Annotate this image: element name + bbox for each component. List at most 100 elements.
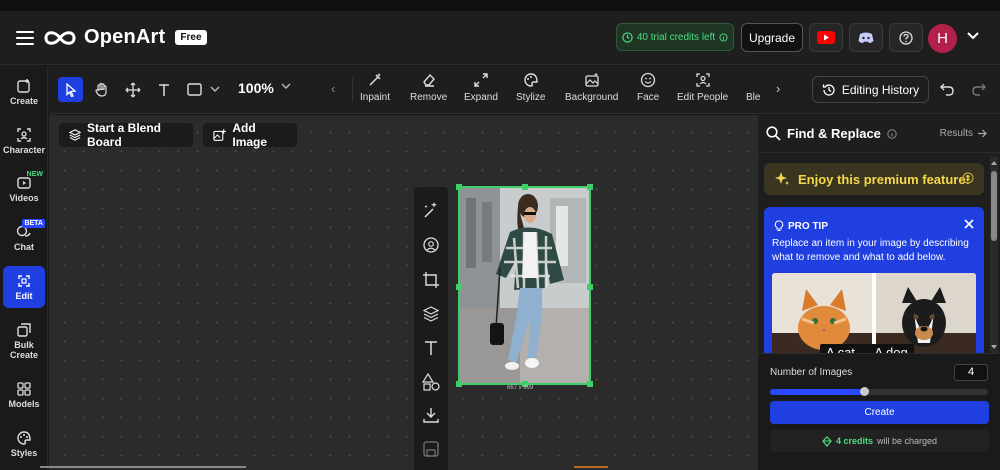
editing-history-button[interactable]: Editing History [812,76,929,103]
text-icon[interactable] [422,339,440,357]
chevron-down-icon[interactable] [990,344,998,350]
number-of-images-slider[interactable] [770,387,988,396]
add-image-button[interactable]: Add Image [203,121,297,149]
sidebar-item-chat[interactable]: BETA Chat [3,217,45,259]
chevron-left-icon[interactable]: ‹ [331,81,335,96]
chevron-right-icon[interactable]: › [776,81,780,96]
premium-text: Enjoy this premium feature! [798,171,970,187]
credits-amount: 4 credits [835,436,873,446]
start-blend-board-button[interactable]: Start a Blend Board [59,121,193,149]
resize-handle[interactable] [522,184,528,190]
left-sidebar: Create Character NEW Videos BETA Chat Ed… [0,66,48,470]
youtube-button[interactable] [809,23,843,52]
resize-handle[interactable] [456,184,462,190]
help-icon [899,30,913,45]
text-tool[interactable] [151,77,176,102]
shape-tool[interactable] [182,77,207,102]
create-button[interactable]: Create [770,401,989,424]
beta-badge: BETA [22,219,45,228]
download-icon[interactable] [422,406,440,424]
tool-blend[interactable]: Blen [746,72,760,103]
info-icon[interactable] [887,128,897,139]
hand-tool[interactable] [89,77,114,102]
styles-icon [17,431,31,445]
edit-icon [18,275,30,287]
sidebar-item-edit[interactable]: Edit [3,266,45,308]
face-swap-icon[interactable] [422,236,440,254]
top-strip [0,0,1000,11]
move-tool[interactable] [120,77,145,102]
credits-pill[interactable]: 40 trial credits left [616,23,734,51]
scroll-thumb[interactable] [991,171,997,241]
sidebar-item-models[interactable]: Models [3,374,45,416]
resize-handle[interactable] [587,184,593,190]
tool-label: Inpaint [360,92,391,103]
sidebar-item-bulk-create[interactable]: Bulk Create [3,316,45,366]
editor-toolbar: 100% ‹ Inpaint Remove Expand Stylize Bac… [49,66,1000,114]
tool-inpaint[interactable]: Inpaint [360,72,390,103]
layers-icon[interactable] [422,305,440,323]
tool-face[interactable]: Face [637,72,659,103]
cursor-icon [65,82,77,97]
pro-tip-text: Replace an item in your image by describ… [772,238,969,263]
image-tools-bar [414,187,448,470]
close-circle-icon[interactable] [962,172,974,184]
resize-handle[interactable] [587,381,593,387]
search-icon [766,126,781,141]
magic-wand-icon[interactable] [422,201,440,219]
selected-image[interactable] [456,184,593,387]
resize-handle[interactable] [587,284,593,290]
sidebar-item-videos[interactable]: NEW Videos [3,168,45,210]
tool-stylize[interactable]: Stylize [516,72,545,103]
pro-tip-title: PRO TIP [774,220,828,232]
generate-controls: Number of Images 4 Create 4 credits will… [758,353,1000,470]
select-tool[interactable] [58,77,83,102]
close-icon[interactable] [964,219,974,229]
save-icon[interactable] [422,440,440,458]
help-button[interactable] [889,23,923,52]
tool-expand[interactable]: Expand [464,72,498,103]
sidebar-item-label: Models [8,399,40,409]
clock-icon [622,31,633,43]
cat-to-dog-example-image: A cat → A dog [772,273,976,357]
user-avatar[interactable]: H [928,24,957,53]
slider-knob[interactable] [859,387,869,396]
menu-icon[interactable] [16,31,34,45]
logo[interactable]: OpenArt Free [42,26,207,49]
sidebar-item-label: Edit [15,291,33,301]
panel-scrollbar[interactable] [990,157,998,353]
tool-background[interactable]: Background [565,72,618,103]
editor-canvas[interactable]: Start a Blend Board Add Image 667 x 999 [49,115,757,470]
hand-icon [94,82,107,97]
chevron-down-icon[interactable] [966,31,980,40]
results-label: Results [939,128,973,139]
pro-tip-label: PRO TIP [788,220,829,232]
zoom-level[interactable]: 100% [238,80,274,96]
chevron-down-icon[interactable] [281,83,291,90]
tool-label: Remove [410,92,448,103]
sidebar-item-create[interactable]: Create [3,71,45,113]
sidebar-item-styles[interactable]: Styles [3,423,45,465]
resize-handle[interactable] [456,284,462,290]
crop-icon[interactable] [422,271,440,289]
scroll-indicator [40,466,246,468]
upgrade-button[interactable]: Upgrade [741,23,803,52]
slider-fill [770,389,864,395]
results-link[interactable]: Results [940,128,987,139]
tool-edit-people[interactable]: Edit People [677,72,728,103]
chevron-down-icon[interactable] [210,86,220,93]
character-icon [17,128,31,142]
redo-icon[interactable] [971,81,987,97]
panel-header: Find & Replace Results [758,115,1000,153]
discord-icon [858,32,874,43]
number-of-images-input[interactable]: 4 [954,364,988,381]
plan-badge: Free [175,30,207,45]
shapes-icon[interactable] [422,373,440,391]
undo-icon[interactable] [939,81,955,97]
resize-handle[interactable] [456,381,462,387]
tool-remove[interactable]: Remove [410,72,447,103]
tool-label: Face [637,92,660,103]
sidebar-item-character[interactable]: Character [3,120,45,162]
chevron-up-icon[interactable] [990,160,998,166]
discord-button[interactable] [849,23,883,52]
